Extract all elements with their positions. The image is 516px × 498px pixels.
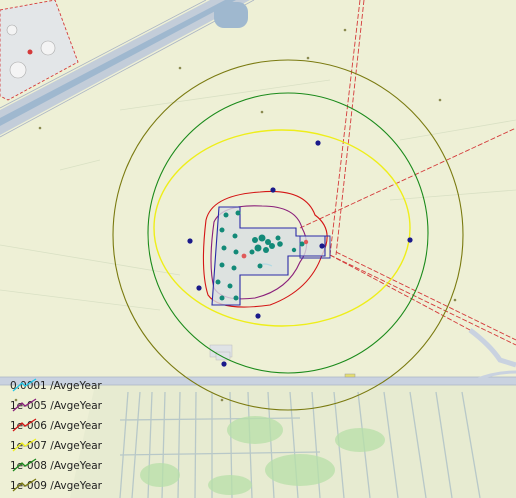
contour-line-icon (12, 458, 37, 472)
contour-line-icon (12, 398, 37, 412)
legend: 0.0001 /AvgeYear 1e-005 /AvgeYear 1e-006… (10, 376, 180, 496)
release-point (241, 253, 247, 259)
pond (214, 2, 248, 28)
legend-item: 1e-008 /AvgeYear (10, 456, 180, 476)
contour-line-icon (12, 478, 37, 492)
legend-item: 1e-007 /AvgeYear (10, 436, 180, 456)
legend-item: 1e-006 /AvgeYear (10, 416, 180, 436)
risk-contour-map[interactable]: 0.0001 /AvgeYear 1e-005 /AvgeYear 1e-006… (0, 0, 516, 498)
contour-line-icon (12, 378, 37, 392)
contour-line-icon (12, 418, 37, 432)
legend-item: 1e-005 /AvgeYear (10, 396, 180, 416)
contour-line-icon (12, 438, 37, 452)
legend-item: 1e-009 /AvgeYear (10, 476, 180, 496)
legend-item: 0.0001 /AvgeYear (10, 376, 180, 396)
release-point (303, 239, 309, 245)
